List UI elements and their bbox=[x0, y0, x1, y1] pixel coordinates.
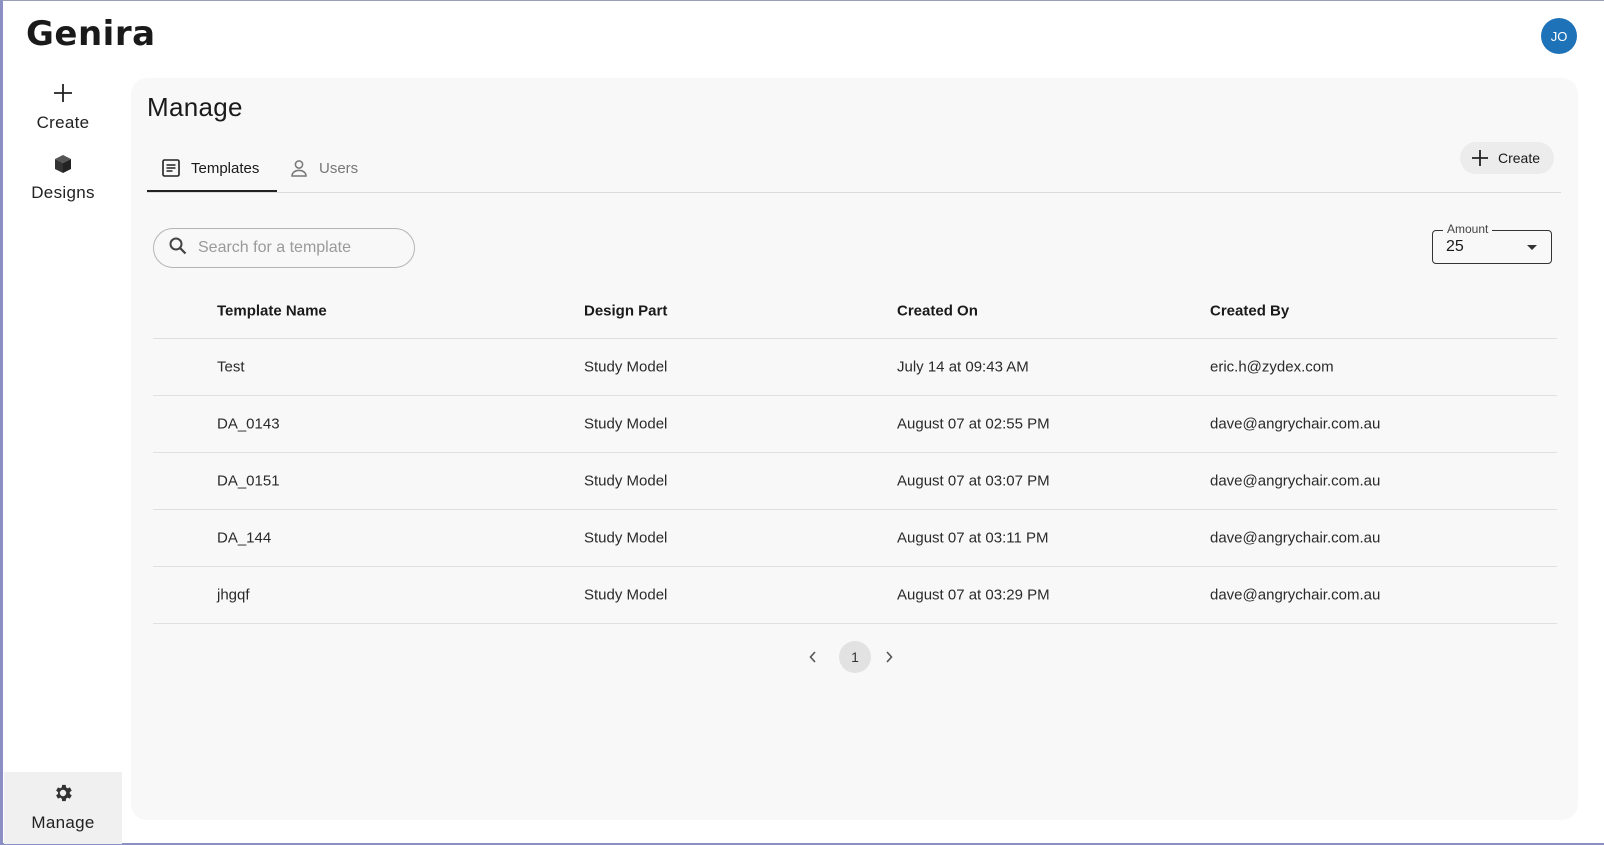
search-input[interactable] bbox=[198, 239, 398, 257]
user-avatar[interactable]: JO bbox=[1541, 18, 1577, 54]
table-row[interactable]: jhgqf Study Model August 07 at 03:29 PM … bbox=[153, 567, 1557, 624]
template-search[interactable] bbox=[153, 228, 415, 268]
created-by-cell: dave@angrychair.com.au bbox=[1210, 472, 1381, 490]
search-icon bbox=[168, 236, 188, 261]
created-on-cell: August 07 at 03:29 PM bbox=[897, 586, 1050, 604]
sidebar-item-create[interactable]: Create bbox=[4, 82, 122, 133]
created-on-cell: August 07 at 03:11 PM bbox=[897, 529, 1049, 547]
plus-icon bbox=[1470, 148, 1490, 168]
template-name-cell: DA_0151 bbox=[217, 472, 280, 490]
create-button-label: Create bbox=[1498, 150, 1541, 166]
page-button-current[interactable]: 1 bbox=[839, 641, 871, 673]
created-by-cell: dave@angrychair.com.au bbox=[1210, 415, 1381, 433]
tab-label: Templates bbox=[191, 159, 260, 177]
table-header-row: Template Name Design Part Created On Cre… bbox=[153, 284, 1557, 339]
design-part-cell: Study Model bbox=[584, 472, 668, 490]
pagination: 1 bbox=[131, 640, 1578, 674]
document-icon bbox=[161, 158, 181, 178]
caret-down-icon bbox=[1527, 245, 1537, 250]
created-by-cell: eric.h@zydex.com bbox=[1210, 358, 1334, 376]
main-panel: Manage Templates Users Create Search for… bbox=[131, 78, 1578, 820]
tab-templates[interactable]: Templates bbox=[161, 146, 259, 190]
tab-label: Users bbox=[319, 159, 359, 177]
sidebar-item-designs[interactable]: Designs bbox=[4, 154, 122, 203]
table-row[interactable]: Test Study Model July 14 at 09:43 AM eri… bbox=[153, 339, 1557, 396]
amount-value: 25 bbox=[1446, 238, 1464, 255]
created-on-cell: August 07 at 03:07 PM bbox=[897, 472, 1050, 490]
created-on-cell: August 07 at 02:55 PM bbox=[897, 415, 1050, 433]
templates-table: Template Name Design Part Created On Cre… bbox=[153, 284, 1557, 624]
template-name-cell: DA_0143 bbox=[217, 415, 280, 433]
tabs-divider bbox=[147, 192, 1561, 193]
amount-label: Amount bbox=[1443, 222, 1493, 236]
table-row[interactable]: DA_0143 Study Model August 07 at 02:55 P… bbox=[153, 396, 1557, 453]
chevron-left-icon[interactable] bbox=[804, 648, 822, 666]
table-row[interactable]: DA_144 Study Model August 07 at 03:11 PM… bbox=[153, 510, 1557, 567]
cube-icon bbox=[54, 154, 72, 179]
design-part-cell: Study Model bbox=[584, 358, 668, 376]
design-part-cell: Study Model bbox=[584, 529, 668, 547]
sidebar-item-label: Designs bbox=[31, 183, 95, 202]
amount-select[interactable]: Amount 25 bbox=[1432, 222, 1552, 264]
design-part-cell: Study Model bbox=[584, 586, 668, 604]
design-part-cell: Study Model bbox=[584, 415, 668, 433]
app-logo: Genira bbox=[26, 14, 156, 54]
created-on-cell: July 14 at 09:43 AM bbox=[897, 358, 1029, 376]
gear-icon bbox=[52, 782, 74, 809]
created-by-cell: dave@angrychair.com.au bbox=[1210, 586, 1381, 604]
user-icon bbox=[289, 158, 309, 178]
column-header-created-by[interactable]: Created By bbox=[1210, 303, 1289, 320]
sidebar-item-manage[interactable]: Manage bbox=[4, 772, 122, 844]
column-header-design-part[interactable]: Design Part bbox=[584, 303, 667, 320]
column-header-created-on[interactable]: Created On bbox=[897, 303, 978, 320]
sidebar-item-label: Manage bbox=[31, 813, 95, 832]
tab-users[interactable]: Users bbox=[289, 146, 358, 190]
chevron-right-icon[interactable] bbox=[880, 648, 898, 666]
template-name-cell: DA_144 bbox=[217, 529, 272, 547]
create-template-button[interactable]: Create bbox=[1460, 142, 1554, 174]
sidebar-item-label: Create bbox=[36, 113, 90, 132]
template-name-cell: Test bbox=[217, 358, 245, 376]
template-name-cell: jhgqf bbox=[217, 586, 250, 604]
column-header-template-name[interactable]: Template Name bbox=[217, 303, 327, 320]
created-by-cell: dave@angrychair.com.au bbox=[1210, 529, 1381, 547]
plus-icon bbox=[52, 82, 74, 109]
table-row[interactable]: DA_0151 Study Model August 07 at 03:07 P… bbox=[153, 453, 1557, 510]
page-title: Manage bbox=[147, 92, 243, 122]
